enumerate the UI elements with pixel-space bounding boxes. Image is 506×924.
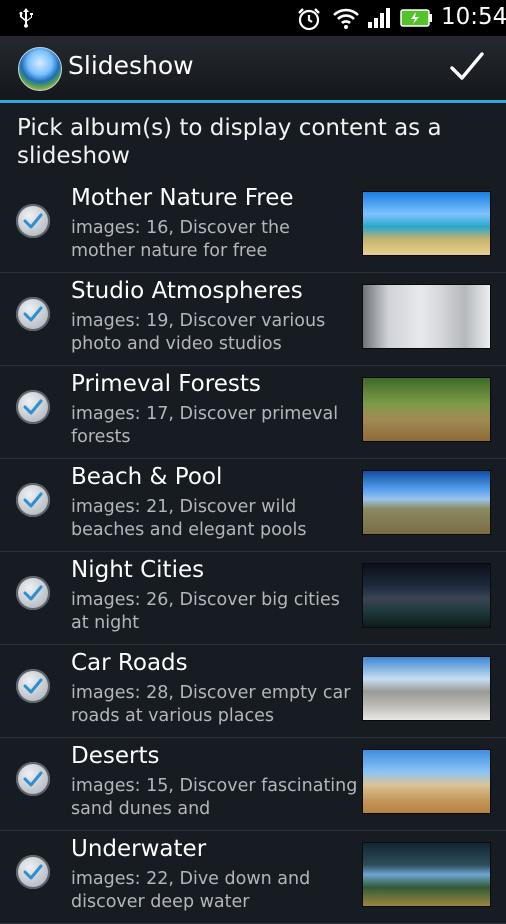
album-thumbnail (362, 749, 491, 814)
battery-charging-icon (400, 9, 432, 27)
checkmark-icon (23, 492, 43, 508)
album-name: Studio Atmospheres (71, 278, 303, 304)
album-description: images: 21, Discover wild beaches and el… (71, 497, 307, 540)
album-description: images: 28, Discover empty car roads at … (71, 683, 351, 726)
album-name: Underwater (71, 836, 207, 862)
checkmark-icon (23, 585, 43, 601)
album-thumbnail (362, 842, 491, 907)
album-checkbox[interactable] (16, 669, 50, 703)
wifi-icon (333, 8, 359, 29)
album-row-beach-and-pool[interactable]: Beach & Pool images: 21, Discover wild b… (0, 459, 506, 552)
album-description: images: 17, Discover primeval forests (71, 404, 339, 447)
album-thumbnail (362, 470, 491, 535)
checkmark-icon (23, 213, 43, 229)
instruction-heading: Pick album(s) to display content as a sl… (17, 115, 442, 169)
album-checkbox[interactable] (16, 297, 50, 331)
clock: 10:54 (441, 4, 506, 30)
album-row-car-roads[interactable]: Car Roads images: 28, Discover empty car… (0, 645, 506, 738)
checkmark-icon (23, 771, 43, 787)
album-row-underwater[interactable]: Underwater images: 22, Dive down and dis… (0, 831, 506, 924)
page-title: Slideshow (68, 51, 194, 80)
album-name: Night Cities (71, 557, 205, 583)
album-row-studio-atmospheres[interactable]: Studio Atmospheres images: 19, Discover … (0, 273, 506, 366)
album-description: images: 16, Discover the mother nature f… (71, 218, 290, 261)
album-row-deserts[interactable]: Deserts images: 15, Discover fascinating… (0, 738, 506, 831)
album-thumbnail (362, 377, 491, 442)
album-thumbnail (362, 563, 491, 628)
action-bar: Slideshow (0, 36, 506, 103)
status-bar: 10:54 (0, 0, 506, 36)
album-list: Mother Nature Free images: 16, Discover … (0, 180, 506, 924)
checkmark-icon (23, 306, 43, 322)
checkmark-icon (23, 864, 43, 880)
confirm-checkmark-icon[interactable] (448, 50, 486, 84)
album-row-mother-nature-free[interactable]: Mother Nature Free images: 16, Discover … (0, 180, 506, 273)
signal-icon (368, 8, 390, 28)
album-description: images: 15, Discover fascinating sand du… (71, 776, 358, 819)
album-checkbox[interactable] (16, 390, 50, 424)
album-name: Beach & Pool (71, 464, 223, 490)
album-checkbox[interactable] (16, 855, 50, 889)
album-description: images: 22, Dive down and discover deep … (71, 869, 311, 912)
album-name: Primeval Forests (71, 371, 261, 397)
album-row-primeval-forests[interactable]: Primeval Forests images: 17, Discover pr… (0, 366, 506, 459)
album-name: Mother Nature Free (71, 185, 294, 211)
album-description: images: 26, Discover big cities at night (71, 590, 340, 633)
app-icon[interactable] (18, 47, 62, 91)
album-checkbox[interactable] (16, 576, 50, 610)
album-row-night-cities[interactable]: Night Cities images: 26, Discover big ci… (0, 552, 506, 645)
album-checkbox[interactable] (16, 204, 50, 238)
album-checkbox[interactable] (16, 483, 50, 517)
checkmark-icon (23, 399, 43, 415)
album-name: Deserts (71, 743, 160, 769)
usb-icon (19, 8, 33, 28)
album-checkbox[interactable] (16, 762, 50, 796)
album-thumbnail (362, 656, 491, 721)
album-name: Car Roads (71, 650, 188, 676)
checkmark-icon (23, 678, 43, 694)
album-description: images: 19, Discover various photo and v… (71, 311, 326, 354)
album-thumbnail (362, 191, 491, 256)
album-thumbnail (362, 284, 491, 349)
alarm-icon (298, 8, 320, 31)
